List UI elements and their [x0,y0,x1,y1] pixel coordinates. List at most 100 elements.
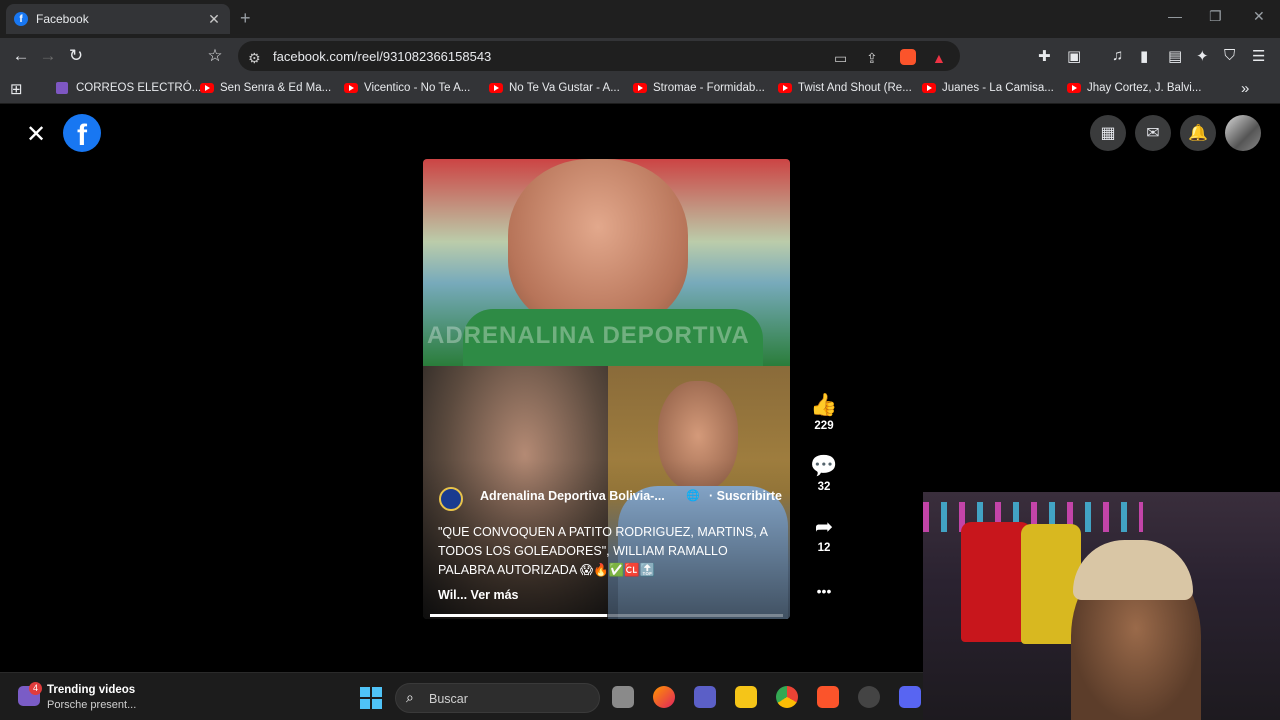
tab-strip: f Facebook ✕ + — ❐ ✕ [0,0,1280,38]
minimize-button[interactable]: — [1168,8,1182,24]
leo-ai-icon[interactable]: ✦ [1196,47,1209,65]
reel-caption: "QUE CONVOQUEN A PATITO RODRIGUEZ, MARTI… [438,525,768,577]
tab-facebook[interactable]: f Facebook ✕ [6,4,230,34]
search-placeholder: Buscar [429,692,468,706]
taskbar-search[interactable]: ⌕ Buscar [395,683,600,713]
share-count: 12 [817,542,831,554]
cast-icon[interactable]: ▭ [834,50,847,67]
caption-tail: Wil... [438,588,468,602]
bookmark-label: Stromae - Formidab... [653,82,765,94]
see-more-link[interactable]: Ver más [471,588,519,602]
share-button[interactable]: ➦ 12 [806,514,842,554]
bookmark-item[interactable]: Juanes - La Camisa... [922,82,1054,94]
comment-button[interactable]: 💬 32 [806,453,842,493]
bookmarks-overflow-icon[interactable]: » [1241,80,1249,97]
bookmark-item[interactable]: Jhay Cortez, J. Balvi... [1067,82,1201,94]
menu-icon[interactable]: ☰ [1252,47,1265,65]
bookmark-item[interactable]: Stromae - Formidab... [633,82,765,94]
facebook-favicon-icon: f [14,12,28,26]
streamer-cap [1073,540,1193,600]
bookmark-label: Vicentico - No Te A... [364,82,471,94]
more-options-button[interactable]: ••• [806,578,842,604]
bookmark-item[interactable]: Sen Senra & Ed Ma... [200,82,331,94]
new-tab-button[interactable]: + [240,8,251,29]
teams-icon[interactable] [694,686,716,708]
site-info-icon[interactable]: ⚙ [248,50,261,67]
man-face [508,159,688,329]
start-button[interactable] [360,687,382,709]
menu-grid-icon[interactable]: ▦ [1090,115,1126,151]
file-explorer-icon[interactable] [735,686,757,708]
brave-shields-icon[interactable] [900,49,916,65]
tab-title: Facebook [36,12,89,26]
bookmark-item[interactable]: Vicentico - No Te A... [344,82,470,94]
extensions-icon[interactable]: ✚ [1038,47,1051,65]
webcam-overlay [923,492,1280,720]
subscribe-button[interactable]: · Suscribirte [709,489,782,503]
windows-taskbar: 4 Trending videos Porsche present... ⌕ B… [0,672,923,720]
comment-icon: 💬 [810,453,838,478]
facebook-logo-icon[interactable]: f [63,114,101,152]
widget-subtitle[interactable]: Porsche present... [47,699,136,711]
url-text[interactable]: facebook.com/reel/931082366158543 [273,49,491,64]
like-button[interactable]: 👍 229 [806,392,842,432]
vpn-icon[interactable]: ⛉ [1224,47,1235,64]
video-progress-fill [430,614,607,617]
bookmark-label: Jhay Cortez, J. Balvi... [1087,82,1202,94]
widget-title[interactable]: Trending videos [47,684,135,696]
close-reel-button[interactable]: ✕ [26,120,46,149]
bookmark-page-button[interactable]: ☆ [205,46,225,66]
brave-icon[interactable] [817,686,839,708]
youtube-icon [778,83,792,93]
widgets-badge: 4 [29,682,42,695]
like-icon: 👍 [810,392,838,417]
youtube-icon [1067,83,1081,93]
wallet-icon[interactable]: ▤ [1168,47,1182,65]
bookmark-label: Twist And Shout (Re... [798,82,912,94]
globe-icon: 🌐 [686,490,700,502]
more-icon: ••• [816,583,832,599]
search-icon: ⌕ [406,689,414,705]
profile-avatar[interactable] [1225,115,1261,151]
video-progress-bar[interactable] [430,614,783,617]
reel-video[interactable]: ADRENALINA DEPORTIVA Adrenalina Deportiv… [423,159,790,619]
page-avatar[interactable] [439,487,463,511]
forward-button[interactable]: → [38,46,58,66]
screenshot-icon[interactable]: ▣ [1067,47,1081,65]
bookmark-item[interactable]: CORREOS ELECTRÓ... [56,82,201,94]
firefox-icon[interactable] [653,686,675,708]
bookmark-label: No Te Va Gustar - A... [509,82,620,94]
bookmark-item[interactable]: No Te Va Gustar - A... [489,82,620,94]
media-icon[interactable]: ♫ [1112,47,1123,64]
sidebar-icon[interactable]: ▮ [1140,47,1148,65]
restore-button[interactable]: ❐ [1209,8,1222,25]
reload-button[interactable]: ↻ [66,46,86,66]
back-button[interactable]: ← [11,46,31,66]
comment-count: 32 [817,481,831,493]
window-close-button[interactable]: ✕ [1253,8,1265,25]
share-icon: ➦ [814,514,834,539]
messenger-icon[interactable]: ✉ [1135,115,1171,151]
youtube-icon [344,83,358,93]
share-page-icon[interactable]: ⇪ [866,50,878,67]
apps-grid-icon[interactable]: ⊞ [10,80,23,98]
bookmark-item[interactable]: Twist And Shout (Re... [778,82,912,94]
youtube-icon [633,83,647,93]
discord-icon[interactable] [899,686,921,708]
file-viewer-icon[interactable] [612,686,634,708]
notifications-icon[interactable]: 🔔 [1180,115,1216,151]
caption-more-line: Wil... Ver más [438,588,519,602]
youtube-icon [489,83,503,93]
bookmarks-bar: ⊞ CORREOS ELECTRÓ... Sen Senra & Ed Ma..… [0,74,1280,104]
bookmark-label: CORREOS ELECTRÓ... [76,82,202,94]
tab-close-icon[interactable]: ✕ [206,11,222,28]
brave-rewards-icon[interactable]: ▲ [932,50,946,66]
app-icon[interactable] [858,686,880,708]
video-watermark: ADRENALINA DEPORTIVA [427,322,750,349]
browser-toolbar: ← → ↻ ☆ ⚙ facebook.com/reel/931082366158… [0,38,1280,74]
page-name-link[interactable]: Adrenalina Deportiva Bolivia-... [480,489,665,503]
like-count: 229 [814,420,834,432]
chrome-icon[interactable] [776,686,798,708]
mail-icon [56,82,68,94]
address-bar[interactable]: ⚙ facebook.com/reel/931082366158543 ▭ ⇪ … [238,41,960,71]
